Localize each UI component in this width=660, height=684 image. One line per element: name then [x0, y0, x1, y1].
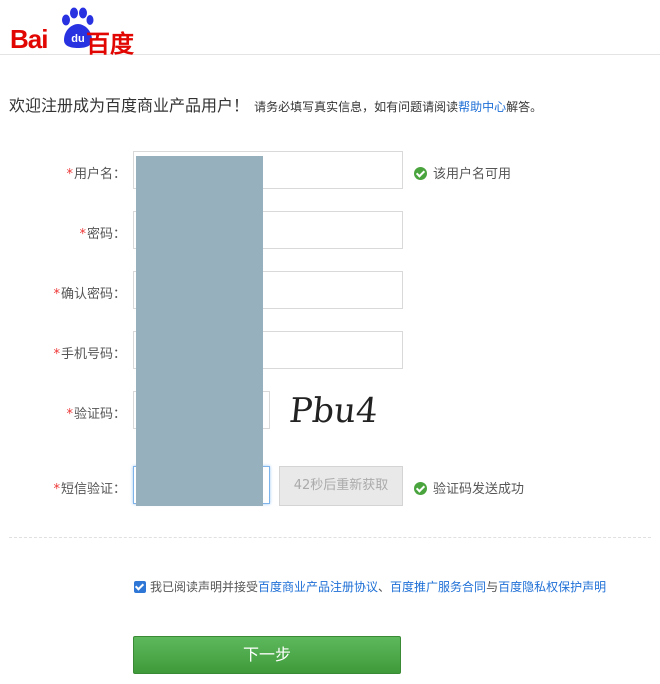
welcome-sub: 请务必填写真实信息，如有问题请阅读帮助中心解答。: [254, 100, 542, 114]
agreement-row: 我已阅读声明并接受百度商业产品注册协议、百度推广服务合同与百度隐私权保护声明: [134, 578, 606, 595]
sms-label: *短信验证：: [0, 478, 126, 497]
check-circle-icon: [414, 167, 427, 180]
required-mark: *: [53, 482, 60, 497]
agreement-sep2: 与: [486, 580, 499, 594]
confirm-password-label-text: 确认密码：: [60, 287, 126, 302]
password-label: *密码：: [0, 223, 126, 242]
agreement-prefix: 我已阅读声明并接受: [150, 580, 259, 594]
required-mark: *: [66, 407, 73, 422]
welcome-sub-suffix: 解答。: [506, 100, 543, 114]
help-center-link[interactable]: 帮助中心: [458, 100, 506, 114]
required-mark: *: [79, 227, 86, 242]
site-header: Bai du 百度: [0, 0, 660, 58]
logo-cn: 百度: [86, 30, 134, 58]
welcome-title: 欢迎注册成为百度商业产品用户！: [9, 96, 250, 115]
confirm-password-label: *确认密码：: [0, 283, 126, 302]
divider: [9, 537, 651, 538]
baidu-logo[interactable]: Bai du 百度: [10, 6, 150, 58]
privacy-statement-link[interactable]: 百度隐私权保护声明: [498, 580, 606, 594]
captcha-image[interactable]: Pbu4: [290, 388, 390, 432]
username-tip-text: 该用户名可用: [433, 167, 512, 182]
phone-label-text: 手机号码：: [60, 347, 126, 362]
sms-tip: 验证码发送成功: [414, 478, 524, 497]
welcome-heading: 欢迎注册成为百度商业产品用户！ 请务必填写真实信息，如有问题请阅读帮助中心解答。: [9, 92, 542, 116]
paw-text: du: [71, 33, 84, 45]
agree-checkbox[interactable]: [134, 581, 146, 593]
username-label-text: 用户名：: [73, 167, 126, 182]
redaction-block: [136, 156, 263, 506]
check-circle-icon: [414, 482, 427, 495]
agreement-sep1: 、: [378, 580, 391, 594]
required-mark: *: [53, 287, 60, 302]
required-mark: *: [66, 167, 73, 182]
next-step-button[interactable]: 下一步: [133, 636, 401, 674]
username-tip: 该用户名可用: [414, 163, 511, 182]
resend-sms-button[interactable]: 42秒后重新获取: [279, 466, 403, 506]
registration-agreement-link[interactable]: 百度商业产品注册协议: [258, 580, 378, 594]
sms-tip-text: 验证码发送成功: [433, 482, 525, 497]
captcha-label: *验证码：: [0, 403, 126, 422]
service-contract-link[interactable]: 百度推广服务合同: [390, 580, 486, 594]
password-label-text: 密码：: [86, 227, 126, 242]
welcome-sub-prefix: 请务必填写真实信息，如有问题请阅读: [254, 100, 459, 114]
logo-latin: Bai: [10, 24, 48, 54]
captcha-label-text: 验证码：: [73, 407, 126, 422]
username-label: *用户名：: [0, 163, 126, 182]
captcha-image-text: Pbu4: [290, 391, 380, 431]
required-mark: *: [53, 347, 60, 362]
phone-label: *手机号码：: [0, 343, 126, 362]
sms-label-text: 短信验证：: [60, 482, 126, 497]
